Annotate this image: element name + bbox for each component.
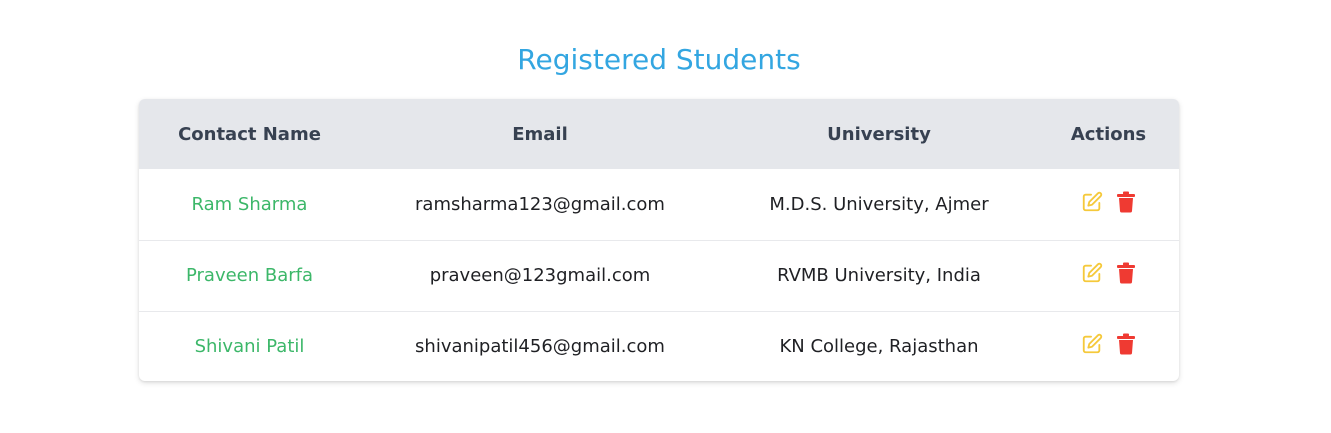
table-row: Ram Sharma ramsharma123@gmail.com M.D.S.…	[139, 169, 1179, 240]
email-cell: praveen@123gmail.com	[360, 239, 720, 311]
actions-cell	[1038, 239, 1179, 311]
students-table: Contact Name Email University Actions Ra…	[139, 99, 1179, 381]
edit-icon[interactable]	[1081, 333, 1103, 355]
edit-icon[interactable]	[1081, 191, 1103, 213]
trash-icon[interactable]	[1115, 262, 1137, 284]
trash-icon[interactable]	[1115, 333, 1137, 355]
email-cell: shivanipatil456@gmail.com	[360, 310, 720, 381]
actions-cell	[1038, 169, 1179, 240]
edit-icon[interactable]	[1081, 262, 1103, 284]
contact-name-cell: Shivani Patil	[139, 310, 360, 381]
email-cell: ramsharma123@gmail.com	[415, 193, 665, 215]
contact-name-cell: Ram Sharma	[191, 193, 308, 215]
university-cell: RVMB University, India	[720, 239, 1038, 311]
trash-icon[interactable]	[1115, 191, 1137, 213]
university-cell: M.D.S. University, Ajmer	[769, 193, 989, 215]
header-email: Email	[512, 123, 568, 145]
header-contact-name: Contact Name	[178, 123, 321, 145]
header-actions: Actions	[1070, 123, 1147, 145]
page-title: Registered Students	[517, 43, 801, 76]
students-table-card: Contact Name Email University Actions Ra…	[139, 99, 1179, 381]
table-header-row: Contact Name Email University Actions	[139, 99, 1179, 169]
actions-cell	[1038, 310, 1179, 381]
page: Registered Students Contact Name Email U…	[0, 0, 1331, 433]
table-row: Praveen Barfa praveen@123gmail.com RVMB …	[139, 239, 1179, 311]
contact-name-cell: Praveen Barfa	[139, 239, 360, 311]
university-cell: KN College, Rajasthan	[720, 310, 1038, 381]
header-university: University	[827, 123, 931, 145]
table-row: Shivani Patil shivanipatil456@gmail.com …	[139, 310, 1179, 381]
